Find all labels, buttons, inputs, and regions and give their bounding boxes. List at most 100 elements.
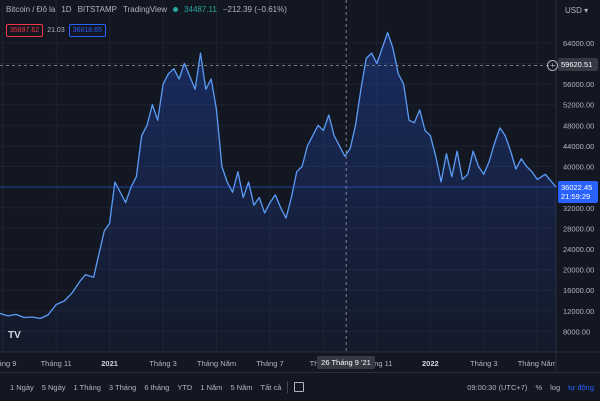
data-point (24, 317, 25, 318)
x-tick-label: Tháng Năm (197, 359, 236, 368)
last-price-badge: 36022.45 21:59:29 (558, 181, 598, 203)
data-point (189, 76, 190, 77)
spread-value: 21.03 (47, 27, 65, 34)
data-point (80, 281, 81, 282)
data-point (414, 122, 415, 123)
data-point (286, 218, 287, 219)
x-tick-label: 2021 (101, 359, 118, 368)
data-point (312, 135, 313, 136)
last-quote: 34487.11 (184, 5, 217, 14)
symbol-name[interactable]: Bitcoin / Đô la (6, 5, 55, 14)
data-point (446, 153, 447, 154)
data-point (526, 166, 527, 167)
data-point (377, 63, 378, 64)
range-button[interactable]: Tất cả (261, 383, 282, 392)
data-point (120, 192, 121, 193)
currency-unit[interactable]: USD ▾ (565, 6, 588, 15)
range-button[interactable]: 5 Ngày (42, 383, 66, 392)
data-point (532, 171, 533, 172)
percent-toggle[interactable]: % (535, 383, 542, 392)
data-point (141, 135, 142, 136)
data-point (115, 182, 116, 183)
price-change: −212.39 (−0.61%) (223, 5, 287, 14)
data-point (136, 176, 137, 177)
data-point (205, 89, 206, 90)
range-button[interactable]: 1 Tháng (74, 383, 101, 392)
y-tick-label: 8000.00 (563, 327, 590, 336)
data-point (425, 130, 426, 131)
data-point (56, 304, 57, 305)
data-point (510, 151, 511, 152)
data-point (334, 135, 335, 136)
x-tick-label: Tháng 11 (41, 359, 72, 368)
y-tick-label: 16000.00 (563, 286, 594, 295)
market-status-icon (173, 7, 178, 12)
data-point (505, 135, 506, 136)
data-point (125, 202, 126, 203)
price-chart[interactable]: 8000.0012000.0016000.0020000.0024000.002… (0, 0, 600, 372)
data-point (398, 73, 399, 74)
y-tick-label: 40000.00 (563, 163, 594, 172)
divider (287, 381, 288, 393)
data-point (339, 146, 340, 147)
range-button[interactable]: 3 Tháng (109, 383, 136, 392)
data-point (179, 79, 180, 80)
data-point (521, 158, 522, 159)
bar-countdown: 21:59:29 (561, 192, 595, 201)
data-point (307, 146, 308, 147)
data-point (222, 166, 223, 167)
data-point (216, 110, 217, 111)
data-point (318, 125, 319, 126)
log-toggle[interactable]: log (550, 383, 560, 392)
data-point (264, 213, 265, 214)
clock-time[interactable]: 09:00:30 (UTC+7) (467, 383, 527, 392)
range-button[interactable]: YTD (177, 383, 192, 392)
auto-scale-toggle[interactable]: tự động (568, 383, 594, 392)
crosshair-price-badge: 59620.51 (558, 58, 598, 71)
data-point (168, 73, 169, 74)
data-point (163, 84, 164, 85)
sell-button[interactable]: 35897.62 (6, 24, 43, 37)
data-point (483, 174, 484, 175)
data-point (537, 179, 538, 180)
range-button[interactable]: 1 Ngày (10, 383, 34, 392)
data-point (93, 277, 94, 278)
tradingview-logo-icon[interactable]: TV (8, 330, 21, 341)
data-point (64, 301, 65, 302)
data-point (419, 110, 420, 111)
calendar-icon[interactable] (294, 382, 304, 392)
right-tools: 09:00:30 (UTC+7) % log tự động (467, 383, 594, 392)
y-tick-label: 28000.00 (563, 224, 594, 233)
data-point (200, 53, 201, 54)
symbol-header: Bitcoin / Đô la 1D BITSTAMP TradingView … (6, 5, 287, 14)
data-point (371, 53, 372, 54)
data-point (323, 130, 324, 131)
source-label: TradingView (123, 5, 167, 14)
data-point (302, 166, 303, 167)
data-point (494, 143, 495, 144)
data-point (195, 89, 196, 90)
exchange-label: BITSTAMP (78, 5, 117, 14)
x-tick-label: Tháng 3 (149, 359, 177, 368)
range-button[interactable]: 5 Năm (230, 383, 252, 392)
buy-button[interactable]: 36018.65 (69, 24, 106, 37)
data-point (435, 156, 436, 157)
y-tick-label: 56000.00 (563, 80, 594, 89)
data-point (489, 161, 490, 162)
data-point (393, 48, 394, 49)
range-button[interactable]: 1 Năm (200, 383, 222, 392)
data-point (72, 292, 73, 293)
y-tick-label: 44000.00 (563, 142, 594, 151)
range-button[interactable]: 6 tháng (144, 383, 169, 392)
interval-label[interactable]: 1D (61, 5, 71, 14)
data-point (478, 166, 479, 167)
data-point (184, 63, 185, 64)
data-point (366, 58, 367, 59)
y-tick-label: 64000.00 (563, 39, 594, 48)
y-tick-label: 12000.00 (563, 307, 594, 316)
data-point (516, 169, 517, 170)
bottom-toolbar: 1 Ngày 5 Ngày 1 Tháng 3 Tháng 6 tháng YTD 1 Nă… (0, 372, 600, 401)
data-point (16, 314, 17, 315)
data-point (99, 254, 100, 255)
data-point (473, 151, 474, 152)
